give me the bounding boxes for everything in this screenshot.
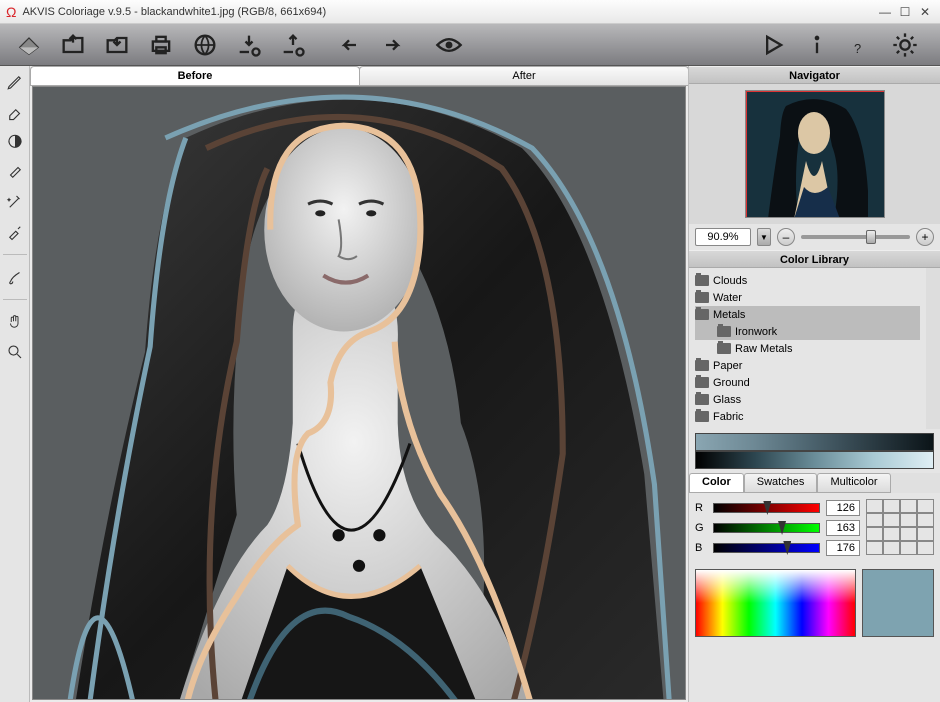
tree-node-water[interactable]: Water	[695, 289, 920, 306]
zoom-in-button[interactable]: +	[916, 228, 934, 246]
eyedropper-tool[interactable]	[3, 220, 27, 244]
open-file-button[interactable]	[54, 27, 92, 63]
b-slider[interactable]	[713, 543, 820, 553]
tree-label: Ironwork	[735, 326, 777, 338]
export-strokes-button[interactable]	[274, 27, 312, 63]
tab-swatches[interactable]: Swatches	[744, 473, 818, 493]
vertical-toolbox	[0, 66, 30, 702]
eraser-tool[interactable]	[3, 100, 27, 124]
zoom-controls: 90.9% ▼ – +	[689, 224, 940, 250]
zoom-out-button[interactable]: –	[777, 228, 795, 246]
r-label: R	[695, 502, 707, 514]
main-toolbar: ?	[0, 24, 940, 66]
tree-node-metals[interactable]: Metals	[695, 306, 920, 323]
color-library-tree: Clouds Water Metals Ironwork Raw Metals …	[689, 268, 926, 429]
gradient-bottom[interactable]	[695, 451, 934, 469]
maximize-button[interactable]: ☐	[896, 5, 914, 19]
r-slider[interactable]	[713, 503, 820, 513]
zoom-tool[interactable]	[3, 340, 27, 364]
gradient-top[interactable]	[695, 433, 934, 451]
save-file-button[interactable]	[98, 27, 136, 63]
right-panel: Navigator 90.9% ▼ – + Color Library	[688, 66, 940, 702]
navigator-preview[interactable]	[689, 84, 940, 224]
navigator-header: Navigator	[689, 66, 940, 84]
run-button[interactable]	[754, 27, 792, 63]
app-icon-bucket	[10, 27, 48, 63]
b-value[interactable]: 176	[826, 540, 860, 556]
print-button[interactable]	[142, 27, 180, 63]
g-slider[interactable]	[713, 523, 820, 533]
app-logo-icon: Ω	[6, 4, 16, 20]
import-strokes-button[interactable]	[230, 27, 268, 63]
color-picker-row	[689, 565, 940, 641]
tree-node-ground[interactable]: Ground	[695, 374, 920, 391]
brush-tool[interactable]	[3, 265, 27, 289]
color-library-header: Color Library	[689, 250, 940, 268]
window-title: AKVIS Coloriage v.9.5 - blackandwhite1.j…	[22, 6, 874, 18]
tree-label: Clouds	[713, 275, 747, 287]
tree-label: Fabric	[713, 411, 744, 423]
tab-color[interactable]: Color	[689, 473, 744, 493]
tree-label: Glass	[713, 394, 741, 406]
magic-tool[interactable]	[3, 190, 27, 214]
tree-label: Ground	[713, 377, 750, 389]
tree-node-ironwork[interactable]: Ironwork	[695, 323, 920, 340]
zoom-slider[interactable]	[801, 235, 910, 239]
palette-grid[interactable]	[866, 499, 934, 555]
tab-multicolor[interactable]: Multicolor	[817, 473, 890, 493]
tab-before[interactable]: Before	[30, 66, 360, 85]
settings-button[interactable]	[886, 27, 924, 63]
minimize-button[interactable]: —	[876, 5, 894, 19]
tree-node-rawmetals[interactable]: Raw Metals	[695, 340, 920, 357]
tree-scrollbar[interactable]	[926, 268, 940, 429]
spectrum-picker[interactable]	[695, 569, 856, 637]
r-value[interactable]: 126	[826, 500, 860, 516]
redo-button[interactable]	[374, 27, 412, 63]
help-button[interactable]: ?	[842, 27, 880, 63]
undo-button[interactable]	[330, 27, 368, 63]
b-label: B	[695, 542, 707, 554]
gradient-swatches[interactable]	[689, 429, 940, 473]
tube-tool[interactable]	[3, 160, 27, 184]
keep-color-tool[interactable]	[3, 130, 27, 154]
hand-tool[interactable]	[3, 310, 27, 334]
before-after-tabs: Before After	[30, 66, 688, 86]
info-button[interactable]	[798, 27, 836, 63]
current-color-swatch[interactable]	[862, 569, 934, 637]
svg-text:?: ?	[854, 41, 861, 56]
g-value[interactable]: 163	[826, 520, 860, 536]
tree-node-glass[interactable]: Glass	[695, 391, 920, 408]
tree-label: Raw Metals	[735, 343, 792, 355]
zoom-dropdown[interactable]: ▼	[757, 228, 771, 246]
tree-node-fabric[interactable]: Fabric	[695, 408, 920, 425]
tree-label: Metals	[713, 309, 745, 321]
zoom-value[interactable]: 90.9%	[695, 228, 751, 246]
close-button[interactable]: ✕	[916, 5, 934, 19]
g-label: G	[695, 522, 707, 534]
color-tabs: Color Swatches Multicolor	[689, 473, 940, 493]
tree-label: Paper	[713, 360, 742, 372]
image-canvas[interactable]	[32, 86, 686, 700]
titlebar: Ω AKVIS Coloriage v.9.5 - blackandwhite1…	[0, 0, 940, 24]
tree-label: Water	[713, 292, 742, 304]
tab-after[interactable]: After	[359, 66, 689, 85]
pencil-tool[interactable]	[3, 70, 27, 94]
preview-button[interactable]	[430, 27, 468, 63]
tree-node-paper[interactable]: Paper	[695, 357, 920, 374]
tree-node-clouds[interactable]: Clouds	[695, 272, 920, 289]
share-button[interactable]	[186, 27, 224, 63]
rgb-panel: R 126 G 163 B 176	[689, 493, 940, 565]
